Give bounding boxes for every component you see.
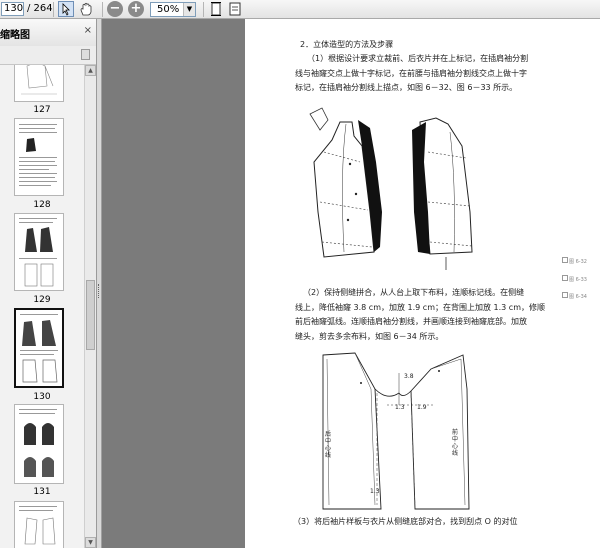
thumbnail-panel-header: 缩略图 ×: [0, 19, 96, 47]
toolbar-separator: [203, 2, 204, 17]
figure-note: 图 6-33: [562, 275, 587, 283]
scroll-up-icon[interactable]: ▲: [85, 65, 96, 76]
page-total: / 264: [27, 3, 53, 14]
panel-title: 缩略图: [0, 30, 30, 41]
figure-note: 图 6-32: [562, 257, 587, 265]
thumbnail-page[interactable]: [14, 213, 64, 291]
thumbnail-panel: 缩略图 × 127 128 129 130 131 ▲ ▼: [0, 19, 97, 548]
thumbnail-label: 130: [33, 392, 51, 402]
toolbar-separator: [53, 2, 54, 17]
figure-note-text: 图 6-34: [569, 294, 587, 300]
trash-icon[interactable]: [81, 49, 90, 60]
thumbnail-list: 127 128 129 130 131: [0, 65, 84, 548]
paragraph-line: 前后袖窿弧线。连顺插肩袖分割线，并画顺连接到袖窿底部。加放: [295, 317, 527, 326]
thumbnail-scrollbar[interactable]: ▲ ▼: [84, 65, 96, 548]
note-icon: [562, 257, 568, 263]
figure-note-text: 图 6-33: [569, 277, 587, 283]
fit-page-icon[interactable]: [208, 1, 224, 17]
figure-note: 图 6-34: [562, 292, 587, 300]
paragraph-line: 线与袖窿交点上做十字标记，在前腰与插肩袖分割线交点上做十字: [295, 69, 527, 78]
measure-label: 1.3: [370, 488, 380, 495]
page-number-input[interactable]: 130: [1, 2, 24, 16]
grip-icon: [98, 284, 101, 298]
paragraph-line: （3）将后袖片样板与衣片从侧缝底部对合，找到刮点 O 的对位: [293, 517, 518, 526]
thumbnail-page[interactable]: [14, 501, 64, 548]
fit-width-icon[interactable]: [227, 1, 243, 17]
section-heading: 2．立体造型的方法及步骤: [300, 40, 394, 49]
zoom-value: 50%: [157, 4, 180, 15]
dress-form-figure: [309, 107, 473, 270]
thumbnail-label: 131: [33, 487, 51, 497]
zoom-select[interactable]: 50% ▼: [150, 2, 196, 17]
document-page: 2．立体造型的方法及步骤 （1）根据设计要求立裁前、后衣片并在上标记，在插肩袖分…: [245, 19, 600, 548]
hand-icon[interactable]: [78, 1, 94, 17]
thumbnail-label: 128: [33, 200, 51, 210]
paragraph-line: 缝头，剪去多余布料，如图 6－34 所示。: [295, 332, 444, 341]
thumbnail-page[interactable]: [14, 65, 64, 102]
toolbar-separator: [102, 2, 103, 17]
thumbnail-page[interactable]: [14, 404, 64, 484]
scrollbar-thumb[interactable]: [86, 280, 95, 350]
text-select-icon[interactable]: [58, 1, 74, 17]
measure-label: 1.3: [395, 404, 405, 411]
paragraph-line: 线上，降低袖窿 3.8 cm，加放 1.9 cm；在背围上加放 1.3 cm，修…: [295, 303, 545, 312]
thumbnail-page-selected[interactable]: [14, 308, 64, 388]
close-icon[interactable]: ×: [84, 25, 92, 36]
measure-label: 1.9: [417, 404, 427, 411]
figure-note-text: 图 6-32: [569, 259, 587, 265]
note-icon: [562, 292, 568, 298]
note-icon: [562, 275, 568, 281]
thumbnail-page[interactable]: [14, 118, 64, 196]
pattern-label-back: 后中心线: [325, 431, 332, 459]
thumbnail-options-bar: [0, 46, 96, 65]
chevron-down-icon[interactable]: ▼: [183, 3, 195, 16]
toolbar: 130 / 264 − + 50% ▼: [0, 0, 600, 19]
pattern-label-front: 前中心线: [452, 429, 459, 457]
measure-label: 3.8: [404, 373, 414, 380]
zoom-out-icon[interactable]: −: [107, 1, 123, 17]
scroll-down-icon[interactable]: ▼: [85, 537, 96, 548]
paragraph-line: （1）根据设计要求立裁前、后衣片并在上标记，在插肩袖分割: [307, 54, 529, 63]
zoom-in-icon[interactable]: +: [128, 1, 144, 17]
paragraph-line: （2）保持侧缝拼合，从人台上取下布料，连顺标记线。在侧缝: [303, 288, 525, 297]
paragraph-line: 标记，在插肩袖分割线上描点，如图 6－32、图 6－33 所示。: [295, 83, 518, 92]
thumbnail-label: 129: [33, 295, 51, 305]
thumbnail-label: 127: [33, 105, 51, 115]
